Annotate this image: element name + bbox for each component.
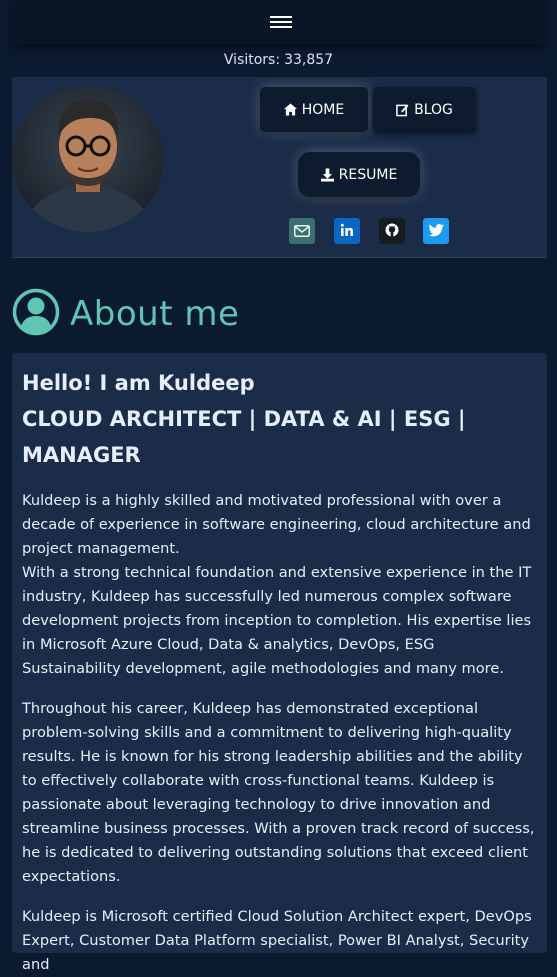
edit-icon	[396, 103, 409, 117]
github-icon	[385, 222, 399, 241]
home-button[interactable]: HOME	[260, 87, 368, 132]
greeting-heading: Hello! I am Kuldeep	[22, 371, 255, 395]
home-label: HOME	[301, 101, 345, 118]
user-circle-icon	[12, 288, 60, 340]
visitors-label: Visitors:	[223, 52, 281, 68]
blog-label: BLOG	[414, 101, 453, 118]
twitter-link[interactable]	[423, 218, 449, 244]
about-content-card: Hello! I am Kuldeep CLOUD ARCHITECT | DA…	[12, 353, 547, 973]
twitter-icon	[428, 222, 444, 241]
linkedin-icon	[340, 222, 354, 241]
linkedin-link[interactable]	[334, 218, 360, 244]
visitor-counter: Visitors: 33,857	[0, 52, 557, 68]
bio-paragraph-1: Kuldeep is a highly skilled and motivate…	[22, 492, 531, 557]
github-link[interactable]	[379, 218, 405, 244]
about-title: About me	[70, 294, 240, 334]
bio-paragraph-2: With a strong technical foundation and e…	[22, 564, 532, 677]
bio-paragraph-3: Throughout his career, Kuldeep has demon…	[22, 700, 535, 885]
resume-button[interactable]: RESUME	[298, 152, 420, 197]
email-link[interactable]	[289, 218, 315, 244]
hamburger-menu-icon[interactable]	[270, 14, 292, 30]
resume-label: RESUME	[338, 166, 398, 183]
download-icon	[320, 168, 334, 182]
bio-paragraph-4: Kuldeep is Microsoft certified Cloud Sol…	[22, 908, 532, 973]
blog-button[interactable]: BLOG	[373, 87, 476, 132]
home-icon	[283, 103, 297, 116]
about-heading: About me	[12, 288, 240, 340]
avatar	[12, 86, 164, 232]
profile-card: HOME BLOG RESUME	[12, 77, 547, 258]
email-icon	[294, 222, 310, 241]
top-navbar	[12, 0, 545, 44]
role-heading: CLOUD ARCHITECT | DATA & AI | ESG | MANA…	[22, 407, 466, 467]
visitors-count: 33,857	[284, 52, 334, 68]
